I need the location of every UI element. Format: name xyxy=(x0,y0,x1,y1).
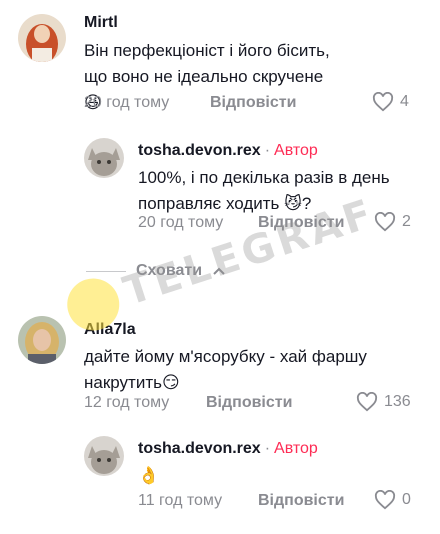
comment-timestamp: 20 год тому xyxy=(84,94,170,111)
like-count: 4 xyxy=(400,93,409,110)
like-count: 0 xyxy=(402,491,411,508)
avatar[interactable] xyxy=(18,14,66,62)
reply-button[interactable]: Відповісти xyxy=(210,94,296,112)
separator-dot: · xyxy=(264,142,271,159)
like-button[interactable]: 0 xyxy=(374,490,411,510)
reply-button[interactable]: Відповісти xyxy=(258,214,344,232)
avatar[interactable] xyxy=(84,436,124,476)
heart-icon xyxy=(372,92,394,112)
comment-timestamp: 11 год тому xyxy=(138,492,223,509)
reply-button[interactable]: Відповісти xyxy=(206,394,292,412)
comment-timestamp: 20 год тому xyxy=(138,214,224,231)
like-button[interactable]: 2 xyxy=(374,212,411,232)
user-avatar-blonde-icon xyxy=(18,316,66,364)
user-avatar-cat-icon xyxy=(84,436,124,476)
chevron-up-icon xyxy=(213,267,225,275)
heart-icon xyxy=(374,212,396,232)
heart-icon xyxy=(356,392,378,412)
author-badge: Автор xyxy=(274,142,318,159)
heart-icon xyxy=(374,490,396,510)
user-avatar-cat-icon xyxy=(84,138,124,178)
author-badge: Автор xyxy=(274,440,318,457)
avatar[interactable] xyxy=(84,138,124,178)
like-count: 2 xyxy=(402,213,411,230)
comment-username[interactable]: tosha.devon.rex xyxy=(138,142,261,159)
comment-author-row: tosha.devon.rex · Автор xyxy=(138,142,318,160)
reply-button[interactable]: Відповісти xyxy=(258,492,344,510)
comment-text: дайте йому м'ясорубку - хай фаршу накрут… xyxy=(84,347,367,392)
divider xyxy=(86,270,126,272)
like-count: 136 xyxy=(384,393,411,410)
hide-replies-label: Сховати xyxy=(136,262,203,279)
like-button[interactable]: 136 xyxy=(356,392,411,412)
comment-text: 👌 xyxy=(138,466,160,485)
like-button[interactable]: 4 xyxy=(372,92,409,112)
comment-author-row: tosha.devon.rex · Автор xyxy=(138,440,318,458)
comment-timestamp: 12 год тому xyxy=(84,394,170,411)
hide-replies-button[interactable]: Сховати xyxy=(86,262,226,280)
comment-username[interactable]: Mirtl xyxy=(84,14,118,32)
avatar[interactable] xyxy=(18,316,66,364)
separator-dot: · xyxy=(264,440,271,457)
comment-username[interactable]: Alla7la xyxy=(84,321,136,339)
comment-username[interactable]: tosha.devon.rex xyxy=(138,440,261,457)
comment-text: 100%, і по декілька разів в день поправл… xyxy=(138,168,390,213)
user-avatar-red-hair-icon xyxy=(18,14,66,62)
